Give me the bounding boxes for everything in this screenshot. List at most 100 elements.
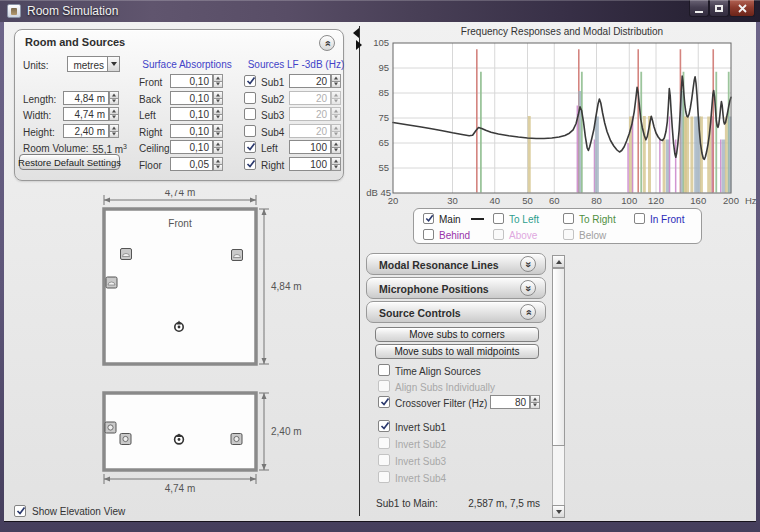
- legend-below-checkbox[interactable]: [563, 229, 574, 240]
- absorption-label: Left: [139, 110, 156, 121]
- splitter-collapse-left-icon[interactable]: [353, 28, 359, 38]
- expand-button[interactable]: »: [520, 280, 536, 296]
- window-title: Room Simulation: [27, 4, 118, 18]
- svg-text:75: 75: [378, 112, 389, 123]
- left-checkbox[interactable]: [244, 141, 256, 153]
- crossover-label: Crossover Filter (Hz): [395, 398, 487, 409]
- lf-header: LF -3dB (Hz): [287, 59, 343, 70]
- speaker-right-icon[interactable]: [232, 250, 243, 261]
- invert-sub1-checkbox[interactable]: [378, 420, 390, 432]
- scrollbar-thumb[interactable]: [552, 268, 565, 446]
- lf-spinner[interactable]: [331, 157, 341, 171]
- crossover-field[interactable]: 80: [490, 395, 530, 409]
- sub2-checkbox[interactable]: [244, 92, 256, 104]
- sub1-elevation-icon[interactable]: [105, 422, 116, 433]
- sub3-checkbox[interactable]: [244, 108, 256, 120]
- sources-header: Sources: [243, 59, 289, 70]
- width-field[interactable]: 4,74 m: [63, 107, 109, 121]
- units-select[interactable]: metres: [67, 56, 108, 72]
- speaker-left-elevation-icon[interactable]: [120, 434, 131, 445]
- sub1-icon[interactable]: [106, 277, 117, 288]
- align-subs-checkbox[interactable]: [378, 380, 390, 392]
- surface-absorptions-header: Surface Absorptions: [137, 59, 237, 70]
- svg-text:160: 160: [690, 195, 706, 206]
- length-spinner[interactable]: [109, 91, 119, 105]
- right-checkbox[interactable]: [244, 158, 256, 170]
- lf-field[interactable]: 20: [289, 91, 331, 105]
- absorption-spinner[interactable]: [213, 74, 223, 88]
- lf-spinner[interactable]: [331, 124, 341, 138]
- scrollbar-up-button[interactable]: [552, 255, 565, 268]
- invert-sub3-checkbox[interactable]: [378, 454, 390, 466]
- modal-resonance-lines-header[interactable]: Modal Resonance Lines »: [366, 253, 546, 275]
- legend-above-checkbox[interactable]: [493, 229, 504, 240]
- height-spinner[interactable]: [109, 124, 119, 138]
- chevron-down-icon: »: [523, 285, 534, 291]
- lf-spinner[interactable]: [331, 140, 341, 154]
- svg-text:40: 40: [489, 195, 500, 206]
- absorption-spinner[interactable]: [213, 124, 223, 138]
- absorption-field[interactable]: 0,10: [170, 107, 213, 121]
- room-and-sources-panel: Room and Sources » Units: metres Surface…: [14, 29, 344, 181]
- legend-to-left-checkbox[interactable]: [493, 213, 504, 224]
- units-dropdown-button[interactable]: [107, 56, 120, 72]
- absorption-spinner[interactable]: [213, 91, 223, 105]
- top-width-dimension: 4,74 m: [165, 190, 196, 198]
- lf-field[interactable]: 20: [289, 124, 331, 138]
- lf-field[interactable]: 20: [289, 107, 331, 121]
- legend-behind-label: Behind: [439, 230, 470, 241]
- speaker-right-elevation-icon[interactable]: [231, 434, 242, 445]
- sub4-checkbox[interactable]: [244, 125, 256, 137]
- absorption-field[interactable]: 0,05: [170, 157, 213, 171]
- collapse-panel-button[interactable]: »: [319, 35, 335, 51]
- lf-spinner[interactable]: [331, 91, 341, 105]
- invert-sub4-checkbox[interactable]: [378, 471, 390, 483]
- move-subs-midpoints-button[interactable]: Move subs to wall midpoints: [375, 344, 539, 359]
- expand-button[interactable]: »: [520, 256, 536, 272]
- sub1-checkbox[interactable]: [244, 75, 256, 87]
- height-field[interactable]: 2,40 m: [63, 124, 109, 138]
- minimize-button[interactable]: [689, 0, 709, 17]
- titlebar[interactable]: Room Simulation: [0, 0, 760, 22]
- legend-in-front-checkbox[interactable]: [634, 213, 645, 224]
- legend-behind-checkbox[interactable]: [423, 229, 434, 240]
- legend-main-checkbox[interactable]: [423, 213, 434, 224]
- lf-spinner[interactable]: [331, 74, 341, 88]
- absorption-field[interactable]: 0,10: [170, 91, 213, 105]
- speaker-left-icon[interactable]: [121, 249, 132, 260]
- lf-field[interactable]: 20: [289, 74, 331, 88]
- lf-spinner[interactable]: [331, 107, 341, 121]
- close-icon: [738, 4, 747, 13]
- scrollbar-down-button[interactable]: [552, 505, 565, 518]
- top-depth-dimension: 4,84 m: [271, 281, 302, 292]
- absorption-field[interactable]: 0,10: [170, 140, 213, 154]
- time-align-checkbox[interactable]: [378, 364, 390, 376]
- collapse-button[interactable]: »: [520, 304, 536, 320]
- microphone-positions-header[interactable]: Microphone Positions »: [366, 277, 546, 299]
- absorption-spinner[interactable]: [213, 140, 223, 154]
- main-content: Room and Sources » Units: metres Surface…: [4, 22, 756, 521]
- source-controls-header[interactable]: Source Controls »: [366, 301, 546, 323]
- maximize-button[interactable]: [709, 0, 729, 17]
- length-field[interactable]: 4,84 m: [63, 91, 109, 105]
- move-subs-corners-button[interactable]: Move subs to corners: [375, 327, 539, 342]
- svg-text:100: 100: [621, 195, 637, 206]
- svg-text:200: 200: [723, 195, 739, 206]
- absorption-spinner[interactable]: [213, 157, 223, 171]
- invert-sub2-checkbox[interactable]: [378, 437, 390, 449]
- legend-to-left-label: To Left: [509, 214, 539, 225]
- width-spinner[interactable]: [109, 107, 119, 121]
- legend-main-label: Main: [439, 214, 461, 225]
- lf-field[interactable]: 100: [289, 140, 331, 154]
- legend-to-right-checkbox[interactable]: [563, 213, 574, 224]
- absorption-spinner[interactable]: [213, 107, 223, 121]
- lf-field[interactable]: 100: [289, 157, 331, 171]
- absorption-field[interactable]: 0,10: [170, 124, 213, 138]
- crossover-checkbox[interactable]: [378, 396, 390, 408]
- absorption-field[interactable]: 0,10: [170, 74, 213, 88]
- restore-defaults-button[interactable]: Restore Default Settings: [19, 154, 120, 170]
- svg-text:50: 50: [522, 195, 533, 206]
- close-button[interactable]: [729, 0, 755, 17]
- crossover-spinner[interactable]: [530, 395, 540, 409]
- show-elevation-checkbox[interactable]: [14, 505, 26, 517]
